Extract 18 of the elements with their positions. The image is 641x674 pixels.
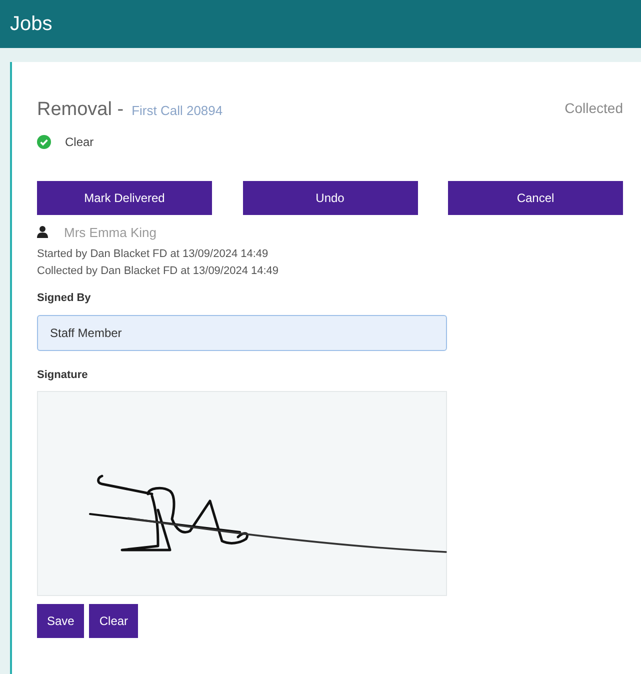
signature-button[interactable]: Save	[37, 604, 84, 638]
history-line: Collected by Dan Blacket FD at 13/09/2024 14:49	[37, 264, 280, 279]
action-button[interactable]: Cancel	[448, 180, 623, 214]
action-button[interactable]: Undo	[242, 180, 418, 214]
stage-label: Collected	[564, 99, 623, 118]
check-circle-icon	[37, 134, 51, 148]
page-title: Jobs	[10, 12, 52, 37]
status-label: Clear	[65, 134, 94, 150]
signature-pad[interactable]	[37, 391, 447, 596]
field-label: Signed By	[37, 291, 92, 306]
action-button[interactable]: Mark Delivered	[37, 180, 212, 214]
person-icon	[37, 226, 48, 238]
signature-button[interactable]: Clear	[89, 604, 138, 638]
field-label: Signature	[37, 368, 89, 382]
history-line: Started by Dan Blacket FD at 13/09/2024 14:49	[37, 247, 270, 262]
person-name: Mrs Emma King	[64, 224, 156, 242]
job-type: Removal -	[37, 98, 124, 122]
signed-by-field[interactable]: Staff Member	[37, 314, 447, 350]
